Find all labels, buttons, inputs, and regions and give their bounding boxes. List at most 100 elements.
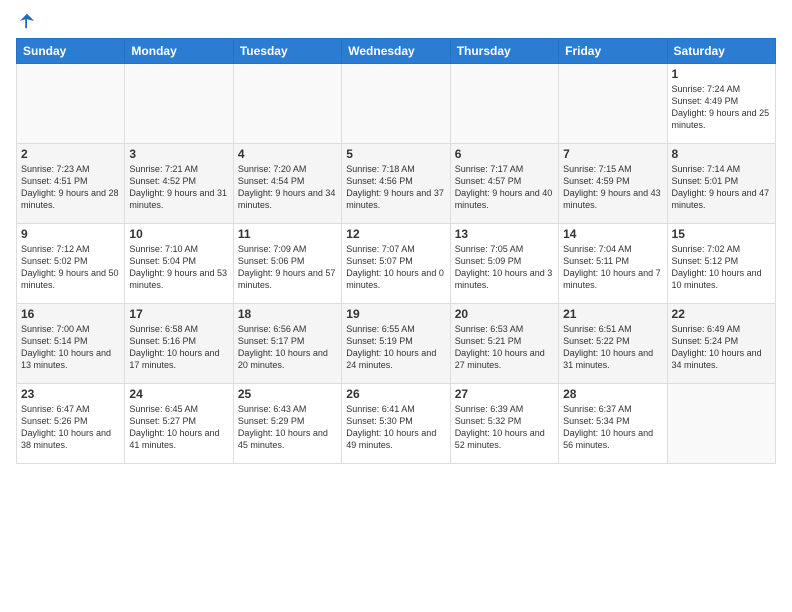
week-row-5: 23 Sunrise: 6:47 AM Sunset: 5:26 PM Dayli… (17, 384, 776, 464)
weekday-header-wednesday: Wednesday (342, 39, 450, 64)
calendar-cell: 12 Sunrise: 7:07 AM Sunset: 5:07 PM Dayli… (342, 224, 450, 304)
day-number: 18 (238, 307, 337, 321)
day-number: 10 (129, 227, 228, 241)
day-number: 20 (455, 307, 554, 321)
day-number: 7 (563, 147, 662, 161)
calendar-cell: 25 Sunrise: 6:43 AM Sunset: 5:29 PM Dayli… (233, 384, 341, 464)
day-info: Sunrise: 6:41 AM Sunset: 5:30 PM Dayligh… (346, 403, 445, 452)
calendar-cell (233, 64, 341, 144)
calendar-cell: 3 Sunrise: 7:21 AM Sunset: 4:52 PM Daylig… (125, 144, 233, 224)
day-info: Sunrise: 7:15 AM Sunset: 4:59 PM Dayligh… (563, 163, 662, 212)
calendar-cell: 11 Sunrise: 7:09 AM Sunset: 5:06 PM Dayli… (233, 224, 341, 304)
day-info: Sunrise: 6:58 AM Sunset: 5:16 PM Dayligh… (129, 323, 228, 372)
day-number: 17 (129, 307, 228, 321)
page-container: SundayMondayTuesdayWednesdayThursdayFrid… (0, 0, 792, 472)
day-number: 1 (672, 67, 771, 81)
day-number: 8 (672, 147, 771, 161)
day-number: 12 (346, 227, 445, 241)
day-info: Sunrise: 7:07 AM Sunset: 5:07 PM Dayligh… (346, 243, 445, 292)
day-number: 13 (455, 227, 554, 241)
calendar-cell: 5 Sunrise: 7:18 AM Sunset: 4:56 PM Daylig… (342, 144, 450, 224)
calendar-cell: 15 Sunrise: 7:02 AM Sunset: 5:12 PM Dayli… (667, 224, 775, 304)
calendar-cell: 20 Sunrise: 6:53 AM Sunset: 5:21 PM Dayli… (450, 304, 558, 384)
day-info: Sunrise: 7:02 AM Sunset: 5:12 PM Dayligh… (672, 243, 771, 292)
calendar-cell: 10 Sunrise: 7:10 AM Sunset: 5:04 PM Dayli… (125, 224, 233, 304)
day-info: Sunrise: 6:49 AM Sunset: 5:24 PM Dayligh… (672, 323, 771, 372)
calendar-cell (667, 384, 775, 464)
day-info: Sunrise: 6:45 AM Sunset: 5:27 PM Dayligh… (129, 403, 228, 452)
day-info: Sunrise: 7:04 AM Sunset: 5:11 PM Dayligh… (563, 243, 662, 292)
day-info: Sunrise: 6:56 AM Sunset: 5:17 PM Dayligh… (238, 323, 337, 372)
header (16, 12, 776, 30)
logo-icon (18, 12, 36, 30)
calendar-cell: 24 Sunrise: 6:45 AM Sunset: 5:27 PM Dayli… (125, 384, 233, 464)
day-number: 11 (238, 227, 337, 241)
day-number: 27 (455, 387, 554, 401)
day-number: 24 (129, 387, 228, 401)
calendar-cell: 4Sunrise: 7:20 AM Sunset: 4:54 PM Daylig… (233, 144, 341, 224)
weekday-header-monday: Monday (125, 39, 233, 64)
week-row-2: 2 Sunrise: 7:23 AM Sunset: 4:51 PM Daylig… (17, 144, 776, 224)
calendar-cell: 2 Sunrise: 7:23 AM Sunset: 4:51 PM Daylig… (17, 144, 125, 224)
calendar-cell (559, 64, 667, 144)
day-number: 26 (346, 387, 445, 401)
weekday-header-row: SundayMondayTuesdayWednesdayThursdayFrid… (17, 39, 776, 64)
calendar-cell (450, 64, 558, 144)
calendar-cell: 9Sunrise: 7:12 AM Sunset: 5:02 PM Daylig… (17, 224, 125, 304)
calendar-cell: 14 Sunrise: 7:04 AM Sunset: 5:11 PM Dayli… (559, 224, 667, 304)
day-number: 19 (346, 307, 445, 321)
day-info: Sunrise: 7:14 AM Sunset: 5:01 PM Dayligh… (672, 163, 771, 212)
day-info: Sunrise: 7:10 AM Sunset: 5:04 PM Dayligh… (129, 243, 228, 292)
day-number: 15 (672, 227, 771, 241)
calendar-cell: 26 Sunrise: 6:41 AM Sunset: 5:30 PM Dayli… (342, 384, 450, 464)
calendar-cell: 19Sunrise: 6:55 AM Sunset: 5:19 PM Dayli… (342, 304, 450, 384)
calendar-cell: 1 Sunrise: 7:24 AM Sunset: 4:49 PM Daylig… (667, 64, 775, 144)
day-info: Sunrise: 6:39 AM Sunset: 5:32 PM Dayligh… (455, 403, 554, 452)
week-row-4: 16Sunrise: 7:00 AM Sunset: 5:14 PM Dayli… (17, 304, 776, 384)
day-info: Sunrise: 6:47 AM Sunset: 5:26 PM Dayligh… (21, 403, 120, 452)
day-info: Sunrise: 7:17 AM Sunset: 4:57 PM Dayligh… (455, 163, 554, 212)
day-info: Sunrise: 7:18 AM Sunset: 4:56 PM Dayligh… (346, 163, 445, 212)
calendar-cell: 13Sunrise: 7:05 AM Sunset: 5:09 PM Dayli… (450, 224, 558, 304)
day-number: 23 (21, 387, 120, 401)
weekday-header-saturday: Saturday (667, 39, 775, 64)
day-info: Sunrise: 7:23 AM Sunset: 4:51 PM Dayligh… (21, 163, 120, 212)
calendar-cell: 6 Sunrise: 7:17 AM Sunset: 4:57 PM Daylig… (450, 144, 558, 224)
calendar-cell: 7 Sunrise: 7:15 AM Sunset: 4:59 PM Daylig… (559, 144, 667, 224)
calendar-cell: 27 Sunrise: 6:39 AM Sunset: 5:32 PM Dayli… (450, 384, 558, 464)
calendar-cell: 8 Sunrise: 7:14 AM Sunset: 5:01 PM Daylig… (667, 144, 775, 224)
calendar-cell (17, 64, 125, 144)
day-number: 5 (346, 147, 445, 161)
weekday-header-thursday: Thursday (450, 39, 558, 64)
day-info: Sunrise: 7:00 AM Sunset: 5:14 PM Dayligh… (21, 323, 120, 372)
day-info: Sunrise: 6:51 AM Sunset: 5:22 PM Dayligh… (563, 323, 662, 372)
day-number: 28 (563, 387, 662, 401)
day-info: Sunrise: 7:09 AM Sunset: 5:06 PM Dayligh… (238, 243, 337, 292)
day-info: Sunrise: 7:21 AM Sunset: 4:52 PM Dayligh… (129, 163, 228, 212)
day-number: 6 (455, 147, 554, 161)
week-row-3: 9Sunrise: 7:12 AM Sunset: 5:02 PM Daylig… (17, 224, 776, 304)
calendar-cell: 28 Sunrise: 6:37 AM Sunset: 5:34 PM Dayli… (559, 384, 667, 464)
logo (16, 12, 36, 30)
calendar-cell (125, 64, 233, 144)
calendar-cell: 22 Sunrise: 6:49 AM Sunset: 5:24 PM Dayli… (667, 304, 775, 384)
weekday-header-tuesday: Tuesday (233, 39, 341, 64)
day-info: Sunrise: 6:43 AM Sunset: 5:29 PM Dayligh… (238, 403, 337, 452)
day-number: 14 (563, 227, 662, 241)
calendar-cell: 17 Sunrise: 6:58 AM Sunset: 5:16 PM Dayli… (125, 304, 233, 384)
calendar-cell: 18 Sunrise: 6:56 AM Sunset: 5:17 PM Dayli… (233, 304, 341, 384)
day-info: Sunrise: 6:53 AM Sunset: 5:21 PM Dayligh… (455, 323, 554, 372)
day-number: 21 (563, 307, 662, 321)
calendar-cell: 23 Sunrise: 6:47 AM Sunset: 5:26 PM Dayli… (17, 384, 125, 464)
calendar-cell: 21 Sunrise: 6:51 AM Sunset: 5:22 PM Dayli… (559, 304, 667, 384)
day-info: Sunrise: 7:12 AM Sunset: 5:02 PM Dayligh… (21, 243, 120, 292)
day-number: 22 (672, 307, 771, 321)
day-info: Sunrise: 7:20 AM Sunset: 4:54 PM Dayligh… (238, 163, 337, 212)
weekday-header-friday: Friday (559, 39, 667, 64)
day-info: Sunrise: 7:24 AM Sunset: 4:49 PM Dayligh… (672, 83, 771, 132)
day-number: 3 (129, 147, 228, 161)
day-number: 25 (238, 387, 337, 401)
day-number: 2 (21, 147, 120, 161)
calendar-table: SundayMondayTuesdayWednesdayThursdayFrid… (16, 38, 776, 464)
day-info: Sunrise: 6:37 AM Sunset: 5:34 PM Dayligh… (563, 403, 662, 452)
